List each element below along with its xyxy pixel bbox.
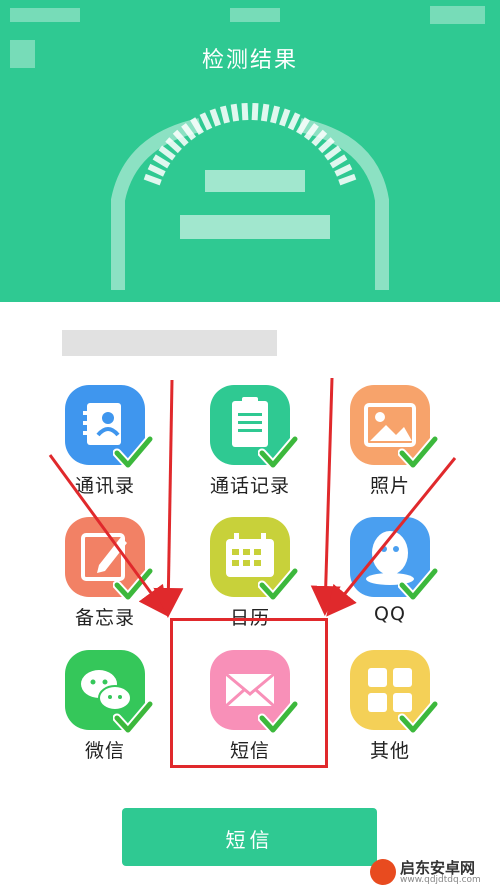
watermark-url: www.qdjdtdq.com (400, 875, 481, 885)
arrow-4 (326, 457, 457, 617)
sms-highlight-box (170, 618, 328, 768)
watermark-logo-icon (370, 859, 396, 885)
arrow-3 (310, 377, 341, 616)
sms-action-button[interactable]: 短信 (122, 808, 377, 866)
sms-action-button-label: 短信 (225, 828, 274, 852)
arrow-2 (153, 379, 184, 618)
arrow-1 (48, 454, 169, 617)
watermark: 启东安卓网 www.qdjdtdq.com (370, 857, 496, 887)
